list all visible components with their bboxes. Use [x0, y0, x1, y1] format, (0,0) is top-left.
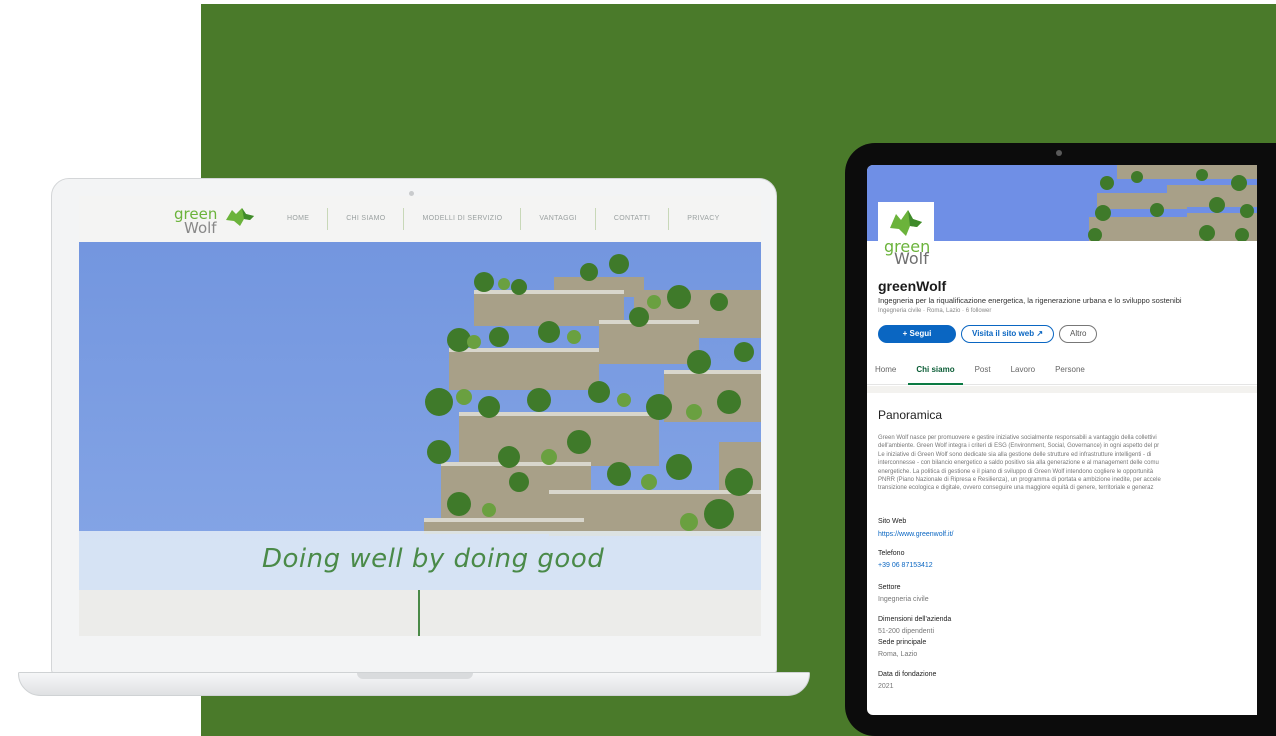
field-value-headquarters: Roma, Lazio	[878, 651, 918, 658]
field-value-founded: 2021	[878, 683, 894, 690]
company-tabs: Home Chi siamo Post Lavoro Persone	[867, 358, 1257, 385]
field-value-phone[interactable]: +39 06 87153412	[878, 562, 933, 569]
tab-chi-siamo[interactable]: Chi siamo	[908, 358, 963, 385]
overview-line: Green Wolf nasce per promuovere e gestir…	[878, 435, 1157, 441]
field-label-company-size: Dimensioni dell'azienda	[878, 616, 952, 623]
overview-line: Le iniziative di Green Wolf sono dedicat…	[878, 451, 1152, 458]
company-meta: Ingegneria civile · Roma, Lazio · 6 foll…	[878, 308, 992, 314]
wolf-head-icon	[890, 210, 922, 236]
website-navbar: green Wolf HOME CHI SIAMO MODELLI DI SER…	[79, 196, 761, 242]
website-nav: HOME CHI SIAMO MODELLI DI SERVIZIO VANTA…	[269, 208, 738, 230]
overview-heading: Panoramica	[878, 408, 943, 422]
nav-item-privacy[interactable]: PRIVACY	[669, 208, 737, 230]
logo-word-wolf: Wolf	[894, 249, 929, 268]
field-label-phone: Telefono	[878, 550, 905, 557]
tab-home[interactable]: Home	[867, 358, 904, 385]
company-logo[interactable]: green Wolf	[878, 202, 934, 268]
section-separator	[867, 386, 1257, 393]
nav-item-contatti[interactable]: CONTATTI	[596, 208, 670, 230]
overview-line: transizione ecologica e digitale, ovvero…	[878, 485, 1154, 492]
nav-item-vantaggi[interactable]: VANTAGGI	[521, 208, 596, 230]
nav-item-modelli-di-servizio[interactable]: MODELLI DI SERVIZIO	[404, 208, 522, 230]
tab-lavoro[interactable]: Lavoro	[1003, 358, 1043, 385]
wolf-head-icon	[226, 208, 254, 226]
field-label-headquarters: Sede principale	[878, 639, 927, 646]
laptop-base	[18, 672, 810, 696]
nav-item-home[interactable]: HOME	[269, 208, 329, 230]
overview-line: energetiche. La politica di gestione e i…	[878, 468, 1154, 475]
hero-tagline: Doing well by doing good	[262, 544, 605, 574]
overview-text: Green Wolf nasce per promuovere e gestir…	[878, 434, 1257, 493]
tab-post[interactable]: Post	[967, 358, 999, 385]
field-label-founded: Data di fondazione	[878, 671, 937, 678]
laptop-screen: green Wolf HOME CHI SIAMO MODELLI DI SER…	[79, 196, 761, 636]
overview-line: PNRR (Piano Nazionale di Ripresa e Resil…	[878, 477, 1161, 484]
company-name: greenWolf	[878, 278, 947, 294]
overview-line: dell'ambiente. Green Wolf integra i crit…	[878, 443, 1160, 450]
tablet-screen: green Wolf greenWolf Ingegneria per la r…	[867, 165, 1257, 715]
section-divider	[418, 590, 420, 636]
field-value-website[interactable]: https://www.greenwolf.it/	[878, 531, 953, 538]
field-value-company-size: 51-200 dipendenti	[878, 628, 935, 635]
more-button[interactable]: Altro	[1059, 325, 1098, 343]
company-tagline: Ingegneria per la riqualificazione energ…	[878, 296, 1182, 305]
field-value-sector: Ingegneria civile	[878, 596, 929, 603]
follow-button[interactable]: + Segui	[878, 325, 956, 343]
overview-line: interconnesse - con bilancio energetico …	[878, 460, 1159, 467]
tab-persone[interactable]: Persone	[1047, 358, 1093, 385]
tablet-camera	[1056, 150, 1062, 156]
nav-item-chi-siamo[interactable]: CHI SIAMO	[328, 208, 405, 230]
field-label-sector: Settore	[878, 584, 901, 591]
logo-word-wolf: Wolf	[184, 219, 217, 237]
page-lower-section	[79, 590, 761, 636]
visit-website-button[interactable]: Visita il sito web ↗	[961, 325, 1055, 343]
field-label-website: Sito Web	[878, 518, 907, 525]
greenwolf-logo[interactable]: green Wolf	[174, 206, 254, 237]
hero-image: Doing well by doing good	[79, 242, 761, 590]
laptop-opening-notch	[357, 673, 473, 679]
action-buttons: + Segui Visita il sito web ↗ Altro	[878, 325, 1098, 343]
